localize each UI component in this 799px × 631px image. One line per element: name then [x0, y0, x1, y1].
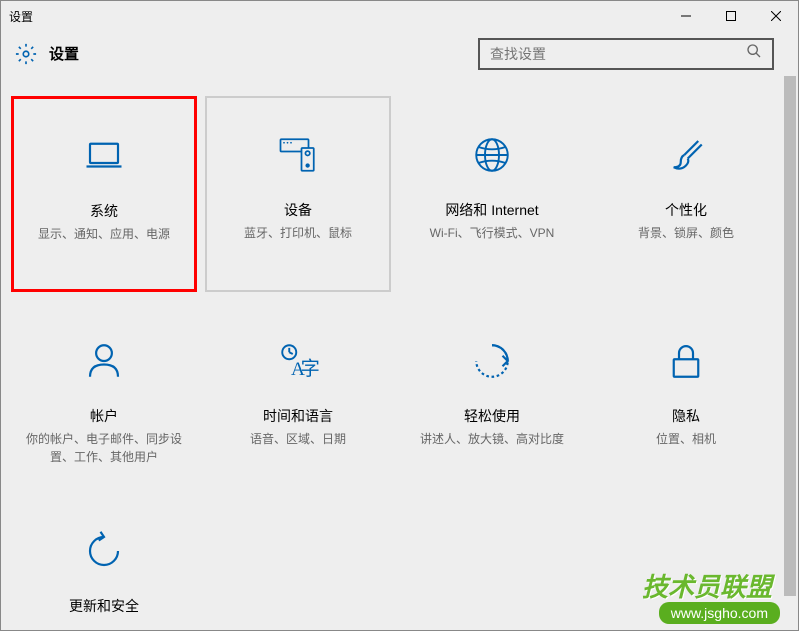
watermark-text: 技术员联盟 — [642, 574, 772, 600]
tile-privacy[interactable]: 隐私 位置、相机 — [593, 302, 779, 498]
tile-title: 轻松使用 — [464, 406, 520, 426]
tile-title: 个性化 — [665, 200, 707, 220]
tile-update-security[interactable]: 更新和安全 — [11, 508, 197, 628]
scrollbar[interactable] — [784, 76, 796, 630]
language-icon: A 字 — [277, 340, 319, 382]
tile-title: 更新和安全 — [69, 596, 139, 616]
content-area: 系统 显示、通知、应用、电源 设备 蓝牙、打印机、鼠标 — [1, 76, 798, 630]
tile-desc: 显示、通知、应用、电源 — [30, 225, 178, 243]
lock-icon — [665, 340, 707, 382]
brush-icon — [665, 134, 707, 176]
tile-network[interactable]: 网络和 Internet Wi-Fi、飞行模式、VPN — [399, 96, 585, 292]
tile-devices[interactable]: 设备 蓝牙、打印机、鼠标 — [205, 96, 391, 292]
watermark-url: www.jsgho.com — [659, 602, 780, 624]
page-title: 设置 — [49, 43, 79, 64]
scrollbar-thumb[interactable] — [784, 76, 796, 596]
search-input[interactable] — [490, 46, 746, 62]
header: 设置 — [1, 31, 798, 76]
maximize-button[interactable] — [708, 1, 753, 31]
gear-icon — [15, 43, 37, 65]
tile-system[interactable]: 系统 显示、通知、应用、电源 — [11, 96, 197, 292]
tile-desc: 语音、区域、日期 — [242, 430, 354, 448]
close-button[interactable] — [753, 1, 798, 31]
search-icon — [746, 43, 762, 64]
devices-icon — [277, 134, 319, 176]
tile-title: 设备 — [284, 200, 312, 220]
search-box[interactable] — [478, 38, 774, 70]
watermark: 技术员联盟 www.jsgho.com — [642, 574, 780, 624]
ease-icon — [471, 340, 513, 382]
tile-desc: 讲述人、放大镜、高对比度 — [412, 430, 572, 448]
tile-desc: 蓝牙、打印机、鼠标 — [236, 224, 360, 242]
tile-accounts[interactable]: 帐户 你的帐户、电子邮件、同步设置、工作、其他用户 — [11, 302, 197, 498]
refresh-icon — [83, 530, 125, 572]
tile-personalization[interactable]: 个性化 背景、锁屏、颜色 — [593, 96, 779, 292]
globe-icon — [471, 134, 513, 176]
svg-text:字: 字 — [301, 358, 319, 380]
tile-title: 系统 — [90, 201, 118, 221]
window-title: 设置 — [9, 8, 33, 25]
person-icon — [83, 340, 125, 382]
tile-title: 时间和语言 — [263, 406, 333, 426]
tile-time-language[interactable]: A 字 时间和语言 语音、区域、日期 — [205, 302, 391, 498]
titlebar: 设置 — [1, 1, 798, 31]
tile-desc: 你的帐户、电子邮件、同步设置、工作、其他用户 — [13, 430, 195, 466]
tile-desc: 位置、相机 — [648, 430, 724, 448]
tile-desc: 背景、锁屏、颜色 — [630, 224, 742, 242]
tile-title: 网络和 Internet — [445, 200, 538, 220]
laptop-icon — [83, 135, 125, 177]
tile-ease-of-access[interactable]: 轻松使用 讲述人、放大镜、高对比度 — [399, 302, 585, 498]
titlebar-controls — [663, 1, 798, 31]
tile-title: 帐户 — [90, 406, 118, 426]
tile-desc: Wi-Fi、飞行模式、VPN — [422, 224, 563, 242]
minimize-button[interactable] — [663, 1, 708, 31]
tile-title: 隐私 — [672, 406, 700, 426]
